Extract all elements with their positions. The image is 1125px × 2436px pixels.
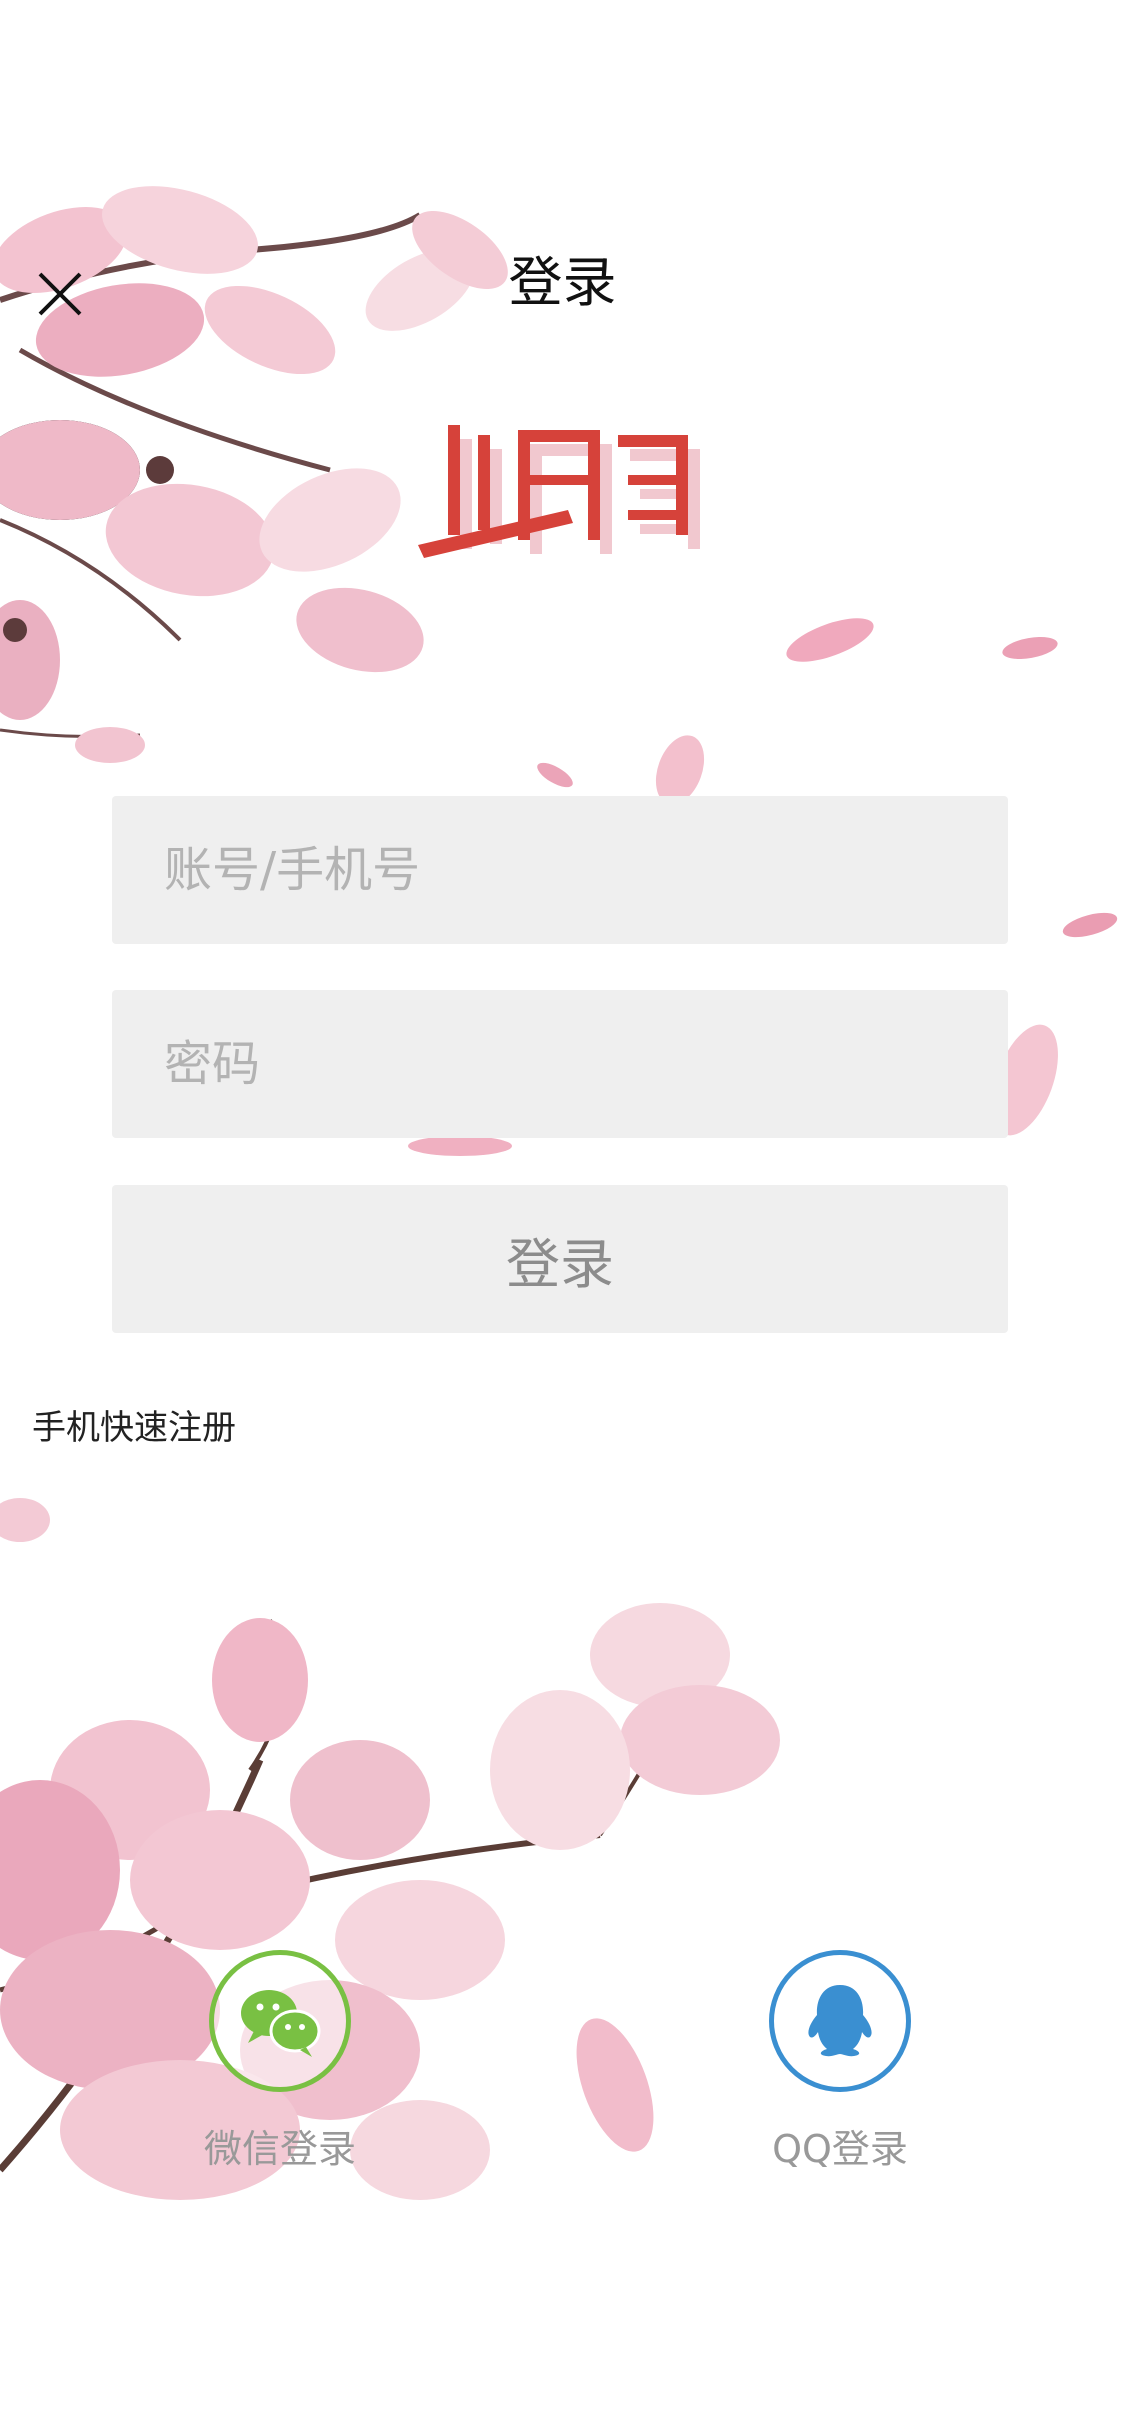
login-button[interactable]: 登录 — [112, 1185, 1008, 1333]
password-input[interactable] — [112, 990, 1008, 1138]
app-logo — [418, 425, 700, 558]
bottom-branch-illustration — [0, 1498, 780, 2200]
account-input[interactable] — [112, 796, 1008, 944]
page-title: 登录 — [508, 251, 617, 314]
qq-icon[interactable] — [769, 1950, 911, 2092]
close-icon[interactable] — [28, 262, 92, 326]
wechat-login-button[interactable]: 微信登录 — [170, 1950, 390, 2173]
wechat-icon[interactable] — [209, 1950, 351, 2092]
qq-login-label: QQ登录 — [772, 2127, 908, 2171]
phone-register-link[interactable]: 手机快速注册 — [32, 1400, 236, 1449]
wechat-login-label: 微信登录 — [203, 2127, 356, 2171]
bottom-white-area — [0, 2208, 1125, 2436]
qq-login-button[interactable]: QQ登录 — [730, 1950, 950, 2173]
